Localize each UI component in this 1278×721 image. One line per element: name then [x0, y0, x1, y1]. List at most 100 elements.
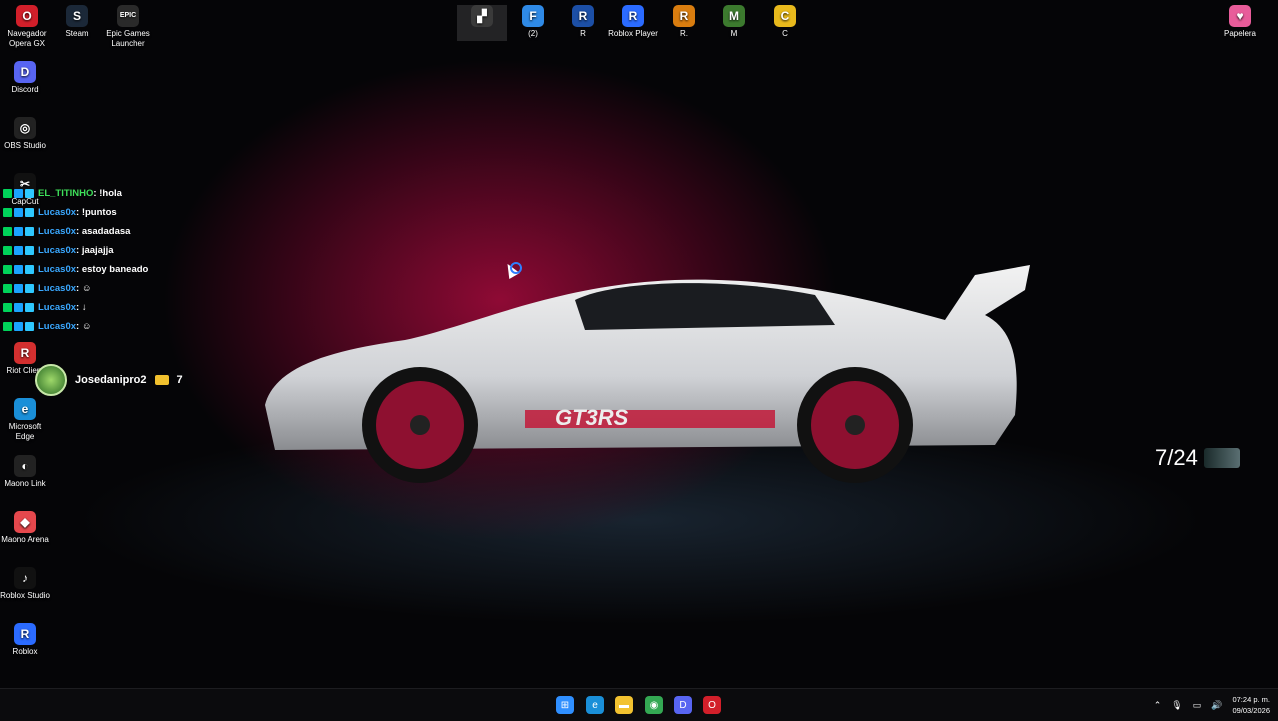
badge-icon — [25, 189, 34, 198]
desktop-icon-label: Microsoft Edge — [8, 422, 42, 441]
desktop-icon-r2[interactable]: R R. — [659, 5, 709, 39]
counter-text: 7/24 — [1155, 445, 1198, 470]
desktop-icon-epic[interactable]: EPIC Epic Games Launcher — [103, 5, 153, 49]
desktop-icon-label: M — [730, 29, 738, 38]
roblox-icon: R — [622, 5, 644, 27]
desktop-icon-c[interactable]: CC — [760, 5, 810, 39]
rocket-league-icon: R — [572, 5, 594, 27]
desktop-icon-rocket[interactable]: RR — [558, 5, 608, 39]
desktop-icon-label: Roblox Studio — [0, 591, 50, 600]
chat-username: EL_TITINHO — [38, 188, 94, 199]
svg-text:GT3RS: GT3RS — [555, 405, 629, 430]
badge-icon — [14, 208, 23, 217]
porsche-car-image: GT3RS — [265, 265, 1030, 483]
desktop-icon-maono-link[interactable]: ◐ Maono Link — [0, 455, 50, 489]
chat-message: Lucas0x : !puntos — [3, 203, 203, 222]
badge-icon — [14, 246, 23, 255]
file-explorer-icon[interactable]: ▬ — [615, 696, 633, 714]
desktop-icon-discord[interactable]: D Discord — [0, 61, 50, 95]
desktop-icon-steam[interactable]: S Steam — [52, 5, 102, 39]
opera-icon: O — [16, 5, 38, 27]
desktop-icon-label: R. — [680, 29, 688, 38]
riot-icon: R — [14, 342, 36, 364]
desktop-icon-label: Epic Games Launcher — [106, 29, 150, 48]
chat-badges — [3, 208, 34, 217]
edge-icon: e — [14, 398, 36, 420]
badge-icon — [14, 189, 23, 198]
minecraft-icon: M — [723, 5, 745, 27]
badge-icon — [14, 284, 23, 293]
desktop-icon-maono-arena[interactable]: ◆ Maono Arena — [0, 511, 50, 545]
badge-icon — [3, 265, 12, 274]
system-tray: ⌃ 🎙 ▭ 🔊 07:24 p. m. 09/03/2026 — [1154, 689, 1278, 721]
desktop-icon-opera[interactable]: O Navegador Opera GX — [2, 5, 52, 49]
chat-username: Lucas0x — [38, 245, 77, 256]
steam-icon: S — [66, 5, 88, 27]
clock[interactable]: 07:24 p. m. 09/03/2026 — [1232, 694, 1270, 716]
roblox-icon: R — [14, 623, 36, 645]
badge-icon — [25, 303, 34, 312]
chat-username: Lucas0x — [38, 226, 77, 237]
desktop-icon-app2[interactable]: F (2) — [508, 5, 558, 39]
badge-icon — [3, 246, 12, 255]
chat-text: : ☺ — [76, 283, 92, 294]
desktop-icon-label: Discord — [11, 85, 39, 94]
app-icon: ▞ — [471, 5, 493, 27]
chevron-up-icon[interactable]: ⌃ — [1154, 700, 1162, 711]
desktop-wallpaper: GT3RS — [0, 0, 1278, 688]
chat-badges — [3, 189, 34, 198]
chat-message: Lucas0x : estoy baneado — [3, 260, 203, 279]
desktop-icon-minecraft[interactable]: MM — [709, 5, 759, 39]
stream-chat-overlay: EL_TITINHO : !hola Lucas0x : !puntos Lucas… — [3, 184, 203, 336]
microphone-icon[interactable]: 🎙 — [1171, 700, 1182, 711]
chat-message: Lucas0x : ↓ — [3, 298, 203, 317]
badge-icon — [25, 208, 34, 217]
badge-icon — [25, 265, 34, 274]
discord-icon: D — [14, 61, 36, 83]
desktop-icon-label: (2) — [528, 29, 538, 38]
taskbar: ⊞ e ▬ ◉ D O ⌃ 🎙 ▭ 🔊 07:24 p. m. 09/03/2026 — [0, 688, 1278, 721]
desktop-icon-roblox-player[interactable]: R Roblox Player — [608, 5, 658, 39]
desktop-icon-label: Roblox Player — [608, 29, 658, 38]
badge-icon — [14, 265, 23, 274]
desktop-icon-roblox[interactable]: R Roblox — [0, 623, 50, 657]
roblox-studio-icon: ♪ — [14, 567, 36, 589]
desktop-icon-app1[interactable]: ▞ — [457, 5, 507, 41]
desktop-icon-label: Papelera — [1223, 29, 1257, 38]
chat-username: Lucas0x — [38, 283, 77, 294]
chat-text: : ↓ — [76, 302, 87, 313]
badge-icon — [3, 227, 12, 236]
discord-icon[interactable]: D — [674, 696, 692, 714]
obs-icon: ◎ — [14, 117, 36, 139]
badge-icon — [25, 227, 34, 236]
desktop-icon-label: Roblox — [12, 647, 38, 656]
opera-icon[interactable]: O — [703, 696, 721, 714]
chat-message: Lucas0x : jaajajja — [3, 241, 203, 260]
loading-spinner-icon — [510, 262, 522, 274]
chrome-icon[interactable]: ◉ — [645, 696, 663, 714]
desktop-icon-label: Steam — [65, 29, 89, 38]
chat-message: Lucas0x : ☺ — [3, 317, 203, 336]
game-icon: R — [673, 5, 695, 27]
game-icon: C — [774, 5, 796, 27]
chat-badges — [3, 246, 34, 255]
chat-message: EL_TITINHO : !hola — [3, 184, 203, 203]
desktop-icon-recycle[interactable]: ♥ Papelera — [1215, 5, 1265, 39]
badge-icon — [14, 322, 23, 331]
volume-icon[interactable]: 🔊 — [1211, 700, 1222, 711]
desktop-icon-roblox-studio[interactable]: ♪ Roblox Studio — [0, 567, 50, 601]
windows-start-icon[interactable]: ⊞ — [556, 696, 574, 714]
desktop-icon-label: C — [782, 29, 788, 38]
epic-icon: EPIC — [117, 5, 139, 27]
badge-icon — [3, 284, 12, 293]
chat-message: Lucas0x : ☺ — [3, 279, 203, 298]
chat-text: : estoy baneado — [76, 264, 149, 275]
desktop-icon-edge[interactable]: e Microsoft Edge — [0, 398, 50, 442]
badge-icon — [14, 227, 23, 236]
network-icon[interactable]: ▭ — [1193, 700, 1202, 711]
desktop-icon-label: OBS Studio — [4, 141, 46, 150]
desktop-icon-obs[interactable]: ◎ OBS Studio — [0, 117, 50, 151]
badge-icon — [3, 189, 12, 198]
chat-message: Lucas0x : asadadasa — [3, 222, 203, 241]
edge-icon[interactable]: e — [586, 696, 604, 714]
